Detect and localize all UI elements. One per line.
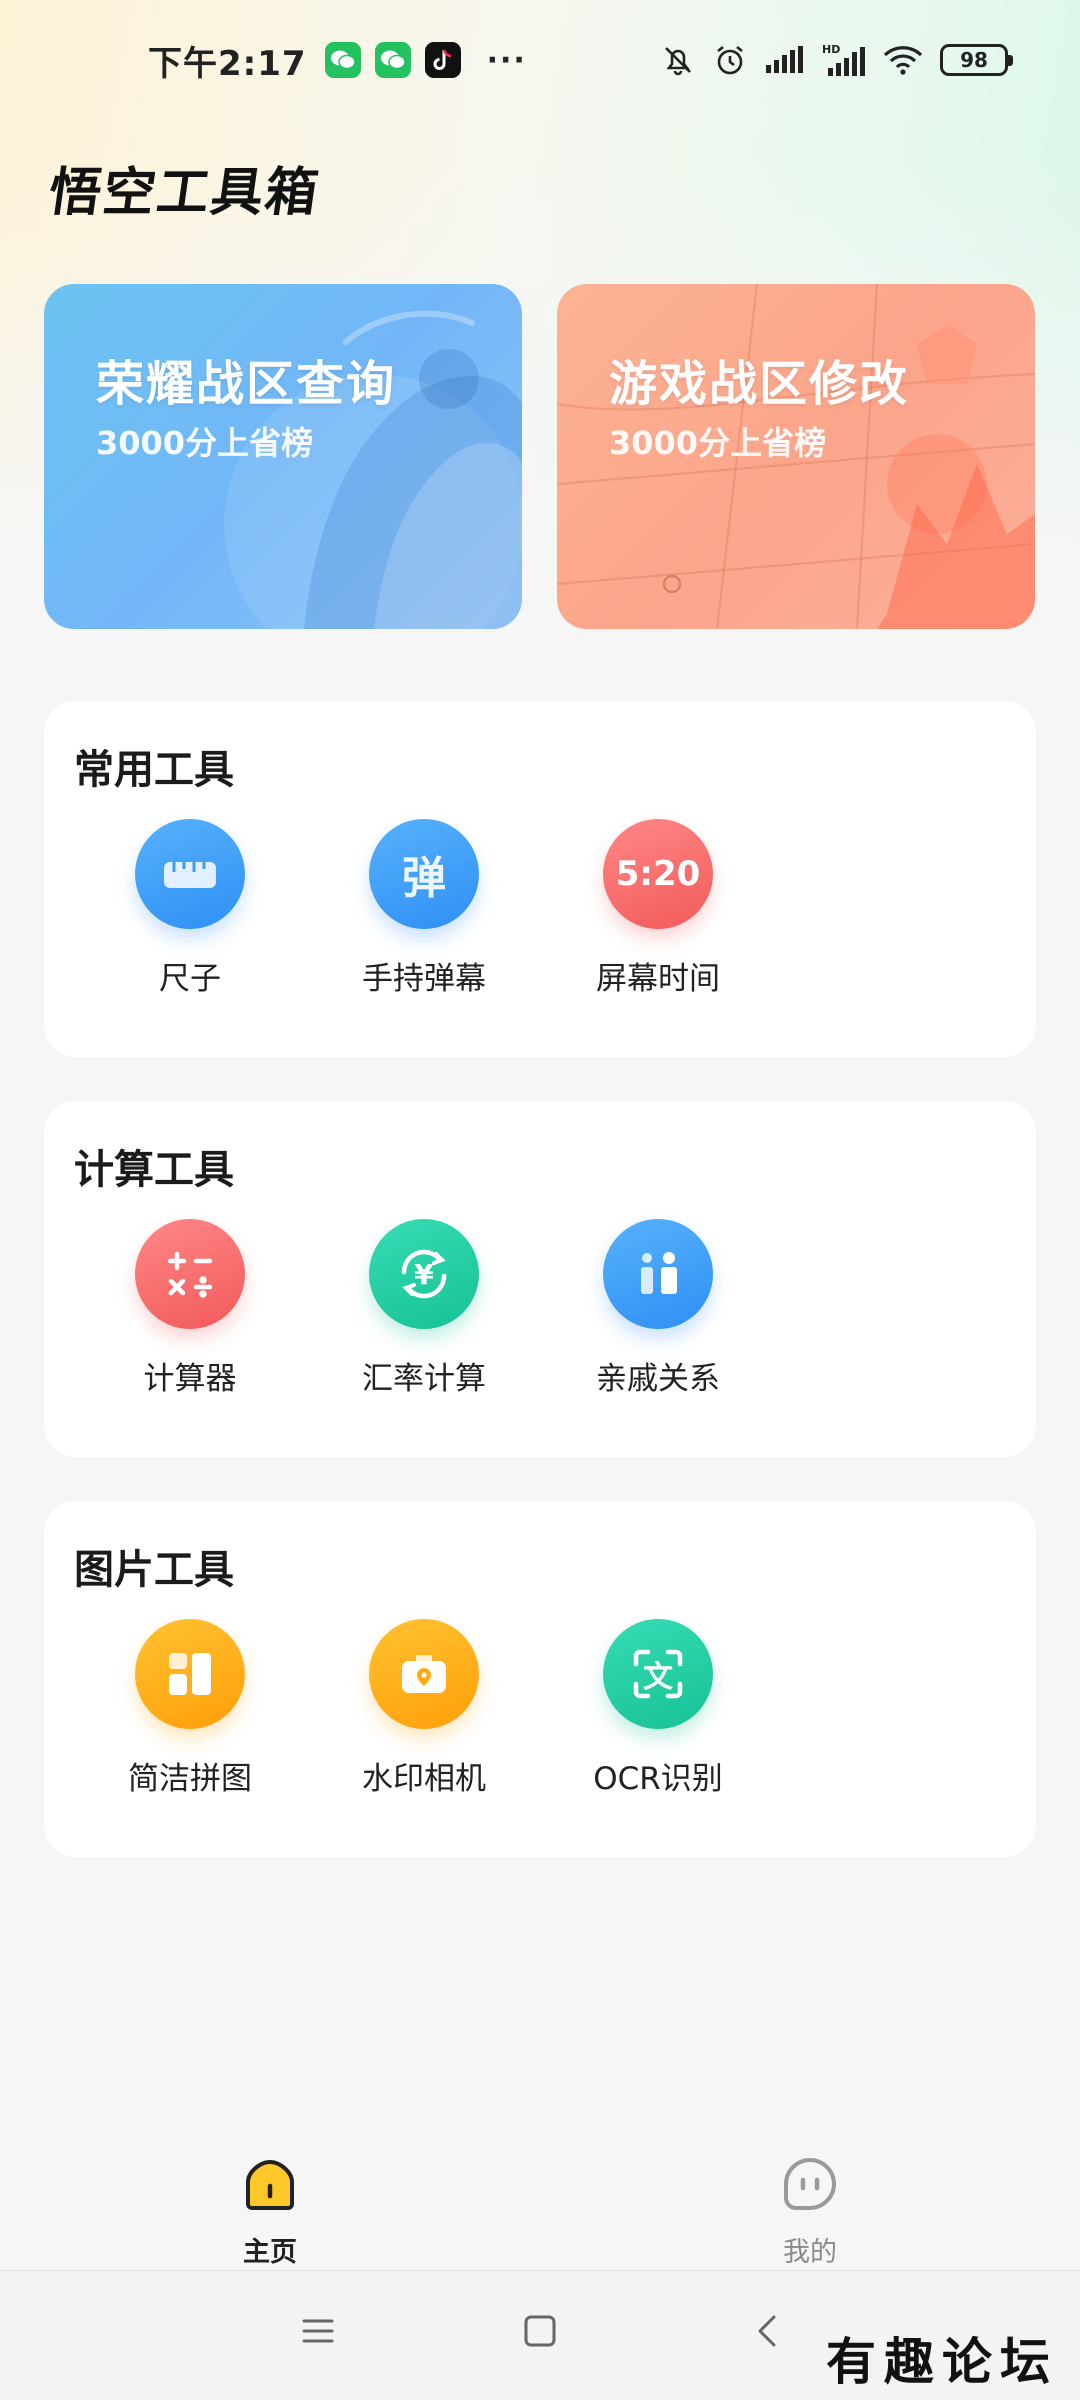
section-title: 常用工具 (74, 747, 234, 793)
banner-zone-modify[interactable]: 游戏战区修改 3000分上省榜 (557, 284, 1035, 629)
forum-watermark: 有趣论坛 (826, 2332, 1058, 2391)
banner-subtitle: 3000分上省榜 (609, 424, 827, 462)
signal-icon (764, 45, 806, 75)
ocr-icon: 文 (603, 1619, 713, 1729)
tool-label: 屏幕时间 (596, 961, 720, 997)
mute-bell-icon (660, 42, 696, 78)
ruler-icon (135, 819, 245, 929)
section-title: 图片工具 (74, 1547, 234, 1593)
tool-label: 手持弹幕 (362, 961, 486, 997)
wechat-icon (324, 42, 361, 78)
tool-watermark-camera[interactable]: 水印相机 (334, 1619, 514, 1798)
common-tools-card: 常用工具 尺子 弹 手持弹幕 5:20 屏幕时间 (44, 701, 1036, 1057)
nav-profile[interactable]: 我的 (730, 2154, 890, 2269)
nav-home[interactable]: 主页 (190, 2154, 350, 2269)
tool-exchange-rate[interactable]: ¥ 汇率计算 (334, 1219, 514, 1398)
tool-screen-time[interactable]: 5:20 屏幕时间 (568, 819, 748, 998)
tool-collage[interactable]: 简洁拼图 (100, 1619, 280, 1798)
calculator-icon (135, 1219, 245, 1329)
bottom-nav: 主页 我的 (0, 2130, 1080, 2270)
tool-ocr[interactable]: 文 OCR识别 (568, 1619, 748, 1798)
banner-zone-query[interactable]: 荣耀战区查询 3000分上省榜 (44, 284, 522, 629)
hd-signal-icon: HD (822, 42, 866, 78)
app-title: 悟空工具箱 (45, 163, 324, 223)
tiktok-icon (424, 42, 461, 78)
battery-icon: 98 (940, 44, 1013, 76)
profile-icon (780, 2154, 840, 2218)
tool-label: 汇率计算 (362, 1361, 486, 1397)
section-title: 计算工具 (74, 1147, 234, 1193)
tool-label: 尺子 (159, 961, 221, 997)
exchange-rate-icon: ¥ (369, 1219, 479, 1329)
back-icon[interactable] (750, 2313, 786, 2353)
tool-label: 计算器 (143, 1361, 237, 1397)
nav-label: 我的 (783, 2237, 837, 2268)
tool-label: OCR识别 (593, 1761, 723, 1797)
status-bar: 下午2:17 ··· HD 98 (0, 0, 1080, 120)
tool-relatives[interactable]: 亲戚关系 (568, 1219, 748, 1398)
banner-title: 游戏战区修改 (609, 356, 910, 412)
banner-title: 荣耀战区查询 (96, 356, 397, 412)
alarm-icon (712, 42, 748, 78)
image-tools-card: 图片工具 简洁拼图 水印相机 文 OCR识别 (44, 1501, 1036, 1857)
home-icon (240, 2154, 300, 2218)
wechat-icon (374, 42, 411, 78)
status-time: 下午2:17 (148, 43, 307, 84)
tool-label: 亲戚关系 (596, 1361, 720, 1397)
home-square-icon[interactable] (522, 2313, 558, 2353)
system-status: HD 98 (660, 42, 1013, 78)
collage-icon (135, 1619, 245, 1729)
more-notifications: ··· (486, 42, 527, 78)
svg-text:HD: HD (822, 43, 840, 56)
danmu-icon: 弹 (369, 819, 479, 929)
wifi-icon (882, 44, 924, 76)
screen-time-icon: 5:20 (603, 819, 713, 929)
relatives-icon (603, 1219, 713, 1329)
watermark-camera-icon (369, 1619, 479, 1729)
nav-label: 主页 (243, 2237, 297, 2268)
banner-subtitle: 3000分上省榜 (96, 424, 314, 462)
menu-icon[interactable] (300, 2313, 336, 2353)
tool-calculator[interactable]: 计算器 (100, 1219, 280, 1398)
calc-tools-card: 计算工具 计算器 ¥ 汇率计算 亲戚关系 (44, 1101, 1036, 1457)
tool-label: 简洁拼图 (128, 1761, 252, 1797)
tool-label: 水印相机 (362, 1761, 486, 1797)
tool-handheld-danmu[interactable]: 弹 手持弹幕 (334, 819, 514, 998)
tool-ruler[interactable]: 尺子 (100, 819, 280, 998)
notification-icons (324, 42, 461, 78)
